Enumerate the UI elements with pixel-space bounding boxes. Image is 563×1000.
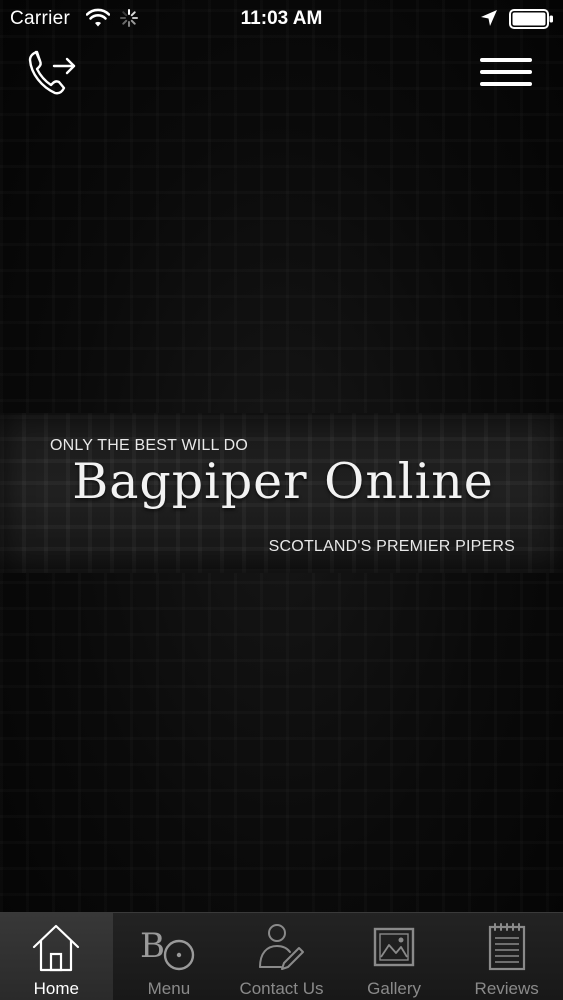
- status-time: 11:03 AM: [240, 8, 323, 29]
- brand-title: Bagpiper Online: [72, 453, 494, 510]
- home-icon: [33, 924, 80, 972]
- bottom-tab-bar: Home B Menu Contact Us Gallery Reviews: [0, 912, 563, 1000]
- tab-reviews[interactable]: Reviews: [450, 913, 563, 1000]
- phone-forward-icon: [28, 50, 76, 95]
- location-arrow-icon: [481, 10, 497, 26]
- tab-gallery[interactable]: Gallery: [338, 913, 451, 1000]
- gallery-image-icon: [373, 927, 415, 967]
- tab-contact-us[interactable]: Contact Us: [225, 913, 338, 1000]
- tab-menu[interactable]: B Menu: [113, 913, 226, 1000]
- status-bar: Carrier 11:03 AM: [0, 0, 563, 38]
- contact-person-icon: [259, 924, 305, 970]
- notepad-icon: [488, 923, 525, 971]
- battery-icon: [509, 9, 553, 29]
- brand-banner: ONLY THE BEST WILL DO Bagpiper Online SC…: [0, 413, 563, 573]
- tab-home-label: Home: [33, 979, 79, 998]
- bo-logo-icon: B: [140, 926, 195, 971]
- tab-reviews-label: Reviews: [474, 979, 539, 998]
- tab-gallery-label: Gallery: [367, 979, 421, 998]
- tab-home[interactable]: Home: [0, 913, 113, 1000]
- tab-menu-label: Menu: [147, 979, 191, 998]
- svg-text:B: B: [140, 926, 165, 966]
- app-screen: Carrier 11:03 AM ONLY THE BEST WILL DO B…: [0, 0, 563, 1000]
- call-button[interactable]: [24, 46, 80, 98]
- tab-contact-us-label: Contact Us: [239, 979, 324, 998]
- banner-subtitle: SCOTLAND'S PREMIER PIPERS: [268, 538, 515, 555]
- hamburger-menu-button[interactable]: [476, 52, 536, 92]
